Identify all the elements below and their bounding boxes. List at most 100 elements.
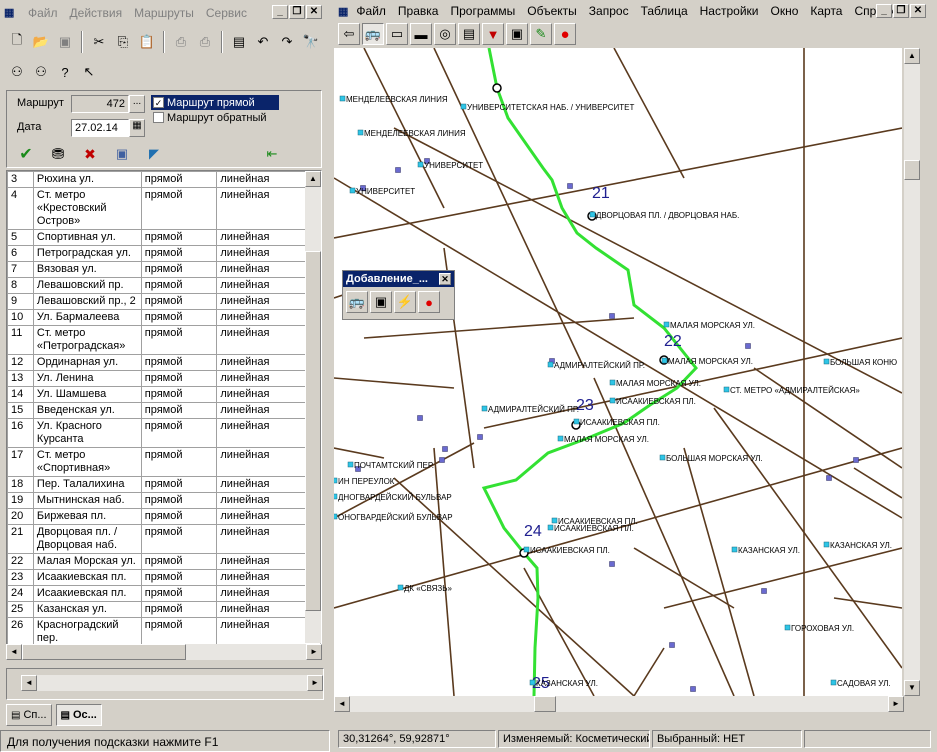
table-row[interactable]: 24 Исаакиевская пл. прямой линейная [7, 585, 307, 602]
stop-icon[interactable] [334, 493, 338, 500]
table-row[interactable]: 17 Ст. метро «Спортивная» прямой линейная [7, 447, 307, 477]
stop-name-cell[interactable]: Ст. метро «Петроградская» [32, 325, 142, 355]
stop-icon[interactable] [609, 379, 616, 386]
table-row[interactable]: 6 Петроградская ул. прямой линейная [7, 245, 307, 262]
stop-icon[interactable] [551, 517, 558, 524]
stop-icon[interactable] [334, 513, 338, 520]
stop-icon[interactable] [347, 461, 354, 468]
restore-button[interactable]: ❐ [289, 5, 305, 19]
map-svg[interactable]: 2122232425МЕНДЕЛЕЕВСКАЯ ЛИНИЯУНИВЕРСИТЕТ… [334, 48, 902, 696]
stop-number-cell[interactable]: 7 [7, 261, 34, 278]
direct-route-option[interactable]: ✓ Маршрут прямой [151, 95, 279, 110]
save-icon[interactable]: ▣ [54, 31, 76, 53]
type-cell[interactable]: линейная [216, 309, 307, 326]
undo-icon[interactable]: ↶ [252, 31, 274, 53]
stop-icon[interactable] [547, 361, 554, 368]
stop-name-cell[interactable]: Ст. метро «Спортивная» [32, 447, 142, 477]
stop-name-cell[interactable]: Ординарная ул. [32, 354, 142, 371]
date-field[interactable]: 27.02.14 [71, 119, 129, 137]
add-floating-toolbar[interactable]: Добавление_... ✕ 🚌 ▣ ⚡ ● [342, 270, 455, 320]
properties-icon[interactable]: ▤ [228, 31, 250, 53]
map-scroll-right-icon[interactable]: ► [888, 696, 904, 712]
table-row[interactable]: 23 Исаакиевская пл. прямой линейная [7, 569, 307, 586]
stop-icon[interactable] [609, 397, 616, 404]
float-toolbar-titlebar[interactable]: Добавление_... ✕ [343, 271, 454, 287]
map-vscroll-thumb[interactable] [904, 160, 920, 180]
direction-cell[interactable]: прямой [140, 553, 218, 570]
type-cell[interactable]: линейная [216, 585, 307, 602]
stop-icon[interactable] [661, 357, 668, 364]
table-row[interactable]: 25 Казанская ул. прямой линейная [7, 601, 307, 618]
table-row[interactable]: 19 Мытнинская наб. прямой линейная [7, 492, 307, 509]
stop-icon[interactable] [460, 103, 467, 110]
direction-cell[interactable]: прямой [140, 325, 218, 355]
direction-cell[interactable]: прямой [140, 229, 218, 246]
minimize-button[interactable]: _ [272, 5, 288, 19]
cut-icon[interactable]: ✂ [88, 31, 110, 53]
type-cell[interactable]: линейная [216, 601, 307, 618]
stop-number-cell[interactable]: 22 [7, 553, 34, 570]
calendar-icon[interactable]: ▦ [129, 119, 145, 137]
stop-number-cell[interactable]: 16 [7, 418, 34, 448]
stop-icon[interactable] [339, 95, 346, 102]
users-icon[interactable]: ⚇ [6, 61, 28, 83]
table-vertical-scrollbar[interactable]: ▲ ▼ [305, 171, 321, 659]
exit-icon[interactable]: ⇤ [261, 143, 283, 165]
stop-name-cell[interactable]: Спортивная ул. [32, 229, 142, 246]
redo-icon[interactable]: ↷ [276, 31, 298, 53]
route-browse-button[interactable]: ... [129, 95, 145, 113]
stop-icon[interactable] [573, 418, 580, 425]
stop-name-cell[interactable]: Мытнинская наб. [32, 492, 142, 509]
type-cell[interactable]: линейная [216, 553, 307, 570]
stop-name-cell[interactable]: Рюхина ул. [32, 171, 142, 188]
type-cell[interactable]: линейная [216, 277, 307, 294]
table-row[interactable]: 20 Биржевая пл. прямой линейная [7, 508, 307, 525]
stop-icon[interactable] [529, 679, 536, 686]
type-cell[interactable]: линейная [216, 402, 307, 419]
direction-cell[interactable]: прямой [140, 492, 218, 509]
context-help-icon[interactable]: ↖ [78, 61, 100, 83]
float-save-icon[interactable]: ▣ [370, 291, 392, 313]
stop-number-cell[interactable]: 15 [7, 402, 34, 419]
rmenu-edit[interactable]: Правка [392, 4, 445, 18]
type-cell[interactable]: линейная [216, 569, 307, 586]
back-arrow-icon[interactable]: ⇦ [338, 23, 360, 45]
map-vertical-scrollbar[interactable]: ▲ ▼ [904, 48, 920, 696]
stop-number-cell[interactable]: 19 [7, 492, 34, 509]
direction-cell[interactable]: прямой [140, 476, 218, 493]
table-horizontal-scrollbar[interactable]: ◄ ► [6, 644, 322, 660]
direction-cell[interactable]: прямой [140, 354, 218, 371]
type-cell[interactable]: линейная [216, 492, 307, 509]
stop-icon[interactable] [417, 161, 424, 168]
rmenu-settings[interactable]: Настройки [694, 4, 765, 18]
direction-cell[interactable]: прямой [140, 447, 218, 477]
scroll-thumb[interactable] [305, 251, 321, 611]
stop-name-cell[interactable]: Ул. Красного Курсанта [32, 418, 142, 448]
menu-actions[interactable]: Действия [64, 6, 129, 20]
type-cell[interactable]: линейная [216, 617, 307, 647]
direction-cell[interactable]: прямой [140, 402, 218, 419]
stop-icon[interactable] [547, 524, 554, 531]
stop-number-cell[interactable]: 12 [7, 354, 34, 371]
stop-name-cell[interactable]: Казанская ул. [32, 601, 142, 618]
type-cell[interactable]: линейная [216, 386, 307, 403]
direction-cell[interactable]: прямой [140, 569, 218, 586]
type-cell[interactable]: линейная [216, 476, 307, 493]
direction-cell[interactable]: прямой [140, 293, 218, 310]
bookmark-icon[interactable]: ◤ [143, 143, 165, 165]
print-icon[interactable]: ⎙ [170, 31, 192, 53]
triangle-down-icon[interactable]: ▼ [482, 23, 504, 45]
map-canvas[interactable]: 21 22 23 24 25 МЕНДЕЛЕЕВСКАЯ ЛИНИЯ УНИВЕРСИТЕТ… [334, 48, 902, 696]
map-hscroll-thumb[interactable] [534, 696, 556, 712]
table-row[interactable]: 21 Дворцовая пл. / Дворцовая наб. прямой ли… [7, 524, 307, 554]
target-icon[interactable]: ◎ [434, 23, 456, 45]
direction-cell[interactable]: прямой [140, 585, 218, 602]
stop-icon[interactable] [557, 435, 564, 442]
reverse-route-option[interactable]: Маршрут обратный [151, 110, 279, 125]
stop-icon[interactable] [784, 624, 791, 631]
stop-number-cell[interactable]: 26 [7, 617, 34, 647]
direction-cell[interactable]: прямой [140, 418, 218, 448]
table-row[interactable]: 15 Введенская ул. прямой линейная [7, 402, 307, 419]
stop-name-cell[interactable]: Биржевая пл. [32, 508, 142, 525]
stop-name-cell[interactable]: Ул. Бармалеева [32, 309, 142, 326]
